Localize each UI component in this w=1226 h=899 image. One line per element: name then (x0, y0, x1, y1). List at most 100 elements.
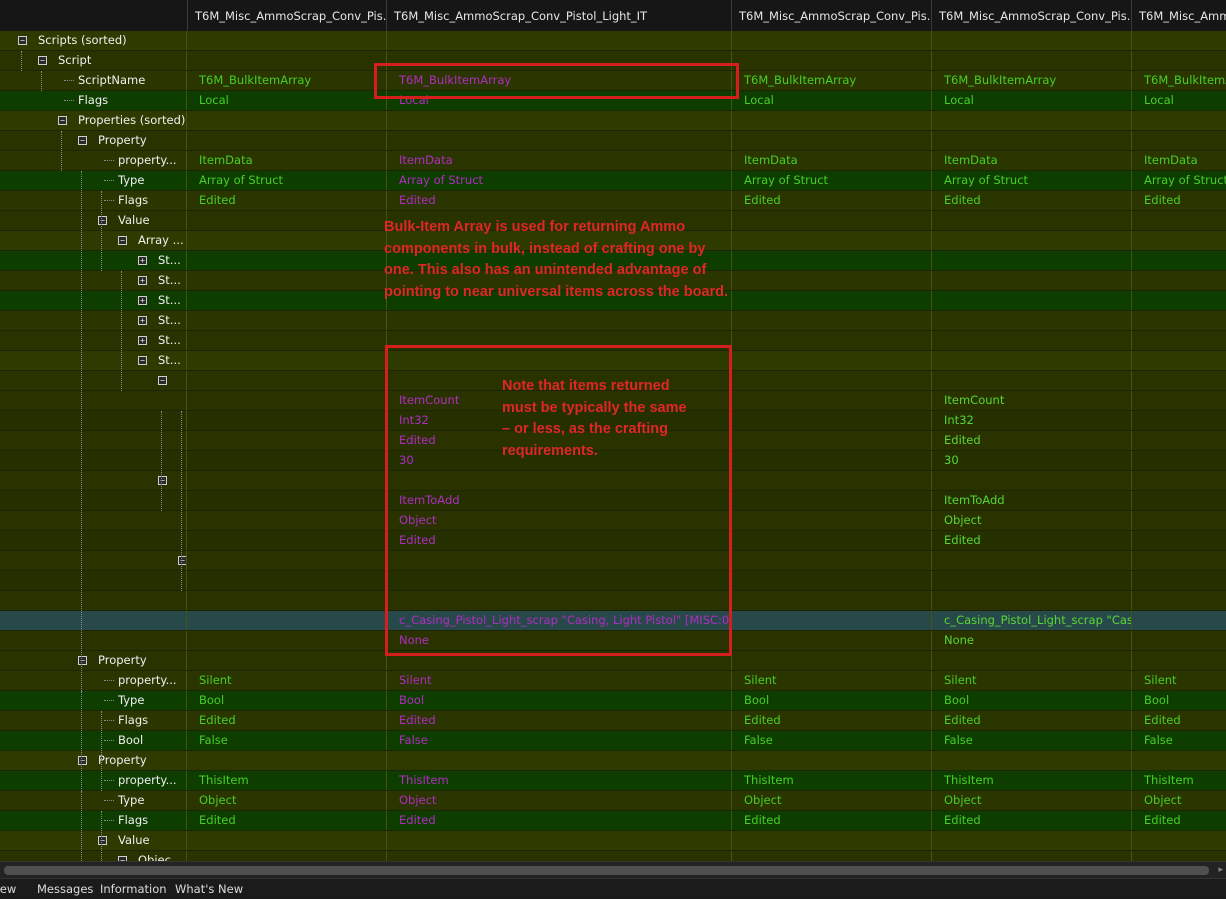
value-cell[interactable] (186, 111, 386, 130)
value-cell[interactable] (186, 551, 386, 570)
value-cell[interactable]: Edited (731, 811, 931, 830)
tree-cell[interactable] (0, 611, 186, 630)
tree-cell[interactable]: + St... (0, 311, 186, 330)
value-cell[interactable] (731, 291, 931, 310)
value-cell[interactable]: T6M_BulkItemArra (1131, 71, 1226, 90)
value-cell[interactable] (731, 531, 931, 550)
value-cell[interactable]: ItemData (186, 151, 386, 170)
value-cell[interactable]: Edited (186, 191, 386, 210)
value-cell[interactable]: Object (731, 791, 931, 810)
value-cell[interactable] (731, 31, 931, 50)
tree-cell[interactable]: − St... (0, 351, 186, 370)
grid-row[interactable]: property... ItemData ItemData ItemData ItemD… (0, 151, 1226, 171)
collapse-minus-icon[interactable]: − (158, 476, 167, 485)
value-cell[interactable]: Array of Struct (1131, 171, 1226, 190)
collapse-minus-icon[interactable]: − (78, 136, 87, 145)
value-cell[interactable] (731, 591, 931, 610)
tree-cell[interactable]: − (0, 471, 186, 490)
horizontal-scrollbar[interactable]: ▸ (0, 861, 1226, 879)
tab-view[interactable]: View (0, 879, 16, 897)
collapse-minus-icon[interactable]: − (158, 376, 167, 385)
value-cell[interactable]: Array of Struct (931, 171, 1131, 190)
grid-row[interactable]: − Properties (sorted) (0, 111, 1226, 131)
grid-row[interactable]: property... ThisItem ThisItem ThisItem ThisI… (0, 771, 1226, 791)
collapse-minus-icon[interactable]: − (138, 356, 147, 365)
value-cell[interactable] (1131, 751, 1226, 770)
value-cell[interactable] (1131, 531, 1226, 550)
grid-row[interactable]: property... Silent Silent Silent Silent Silen… (0, 671, 1226, 691)
value-cell[interactable] (386, 31, 731, 50)
value-cell[interactable] (1131, 251, 1226, 270)
tree-cell[interactable]: − Property (0, 131, 186, 150)
value-cell[interactable] (1131, 351, 1226, 370)
value-cell[interactable]: False (186, 731, 386, 750)
grid-row[interactable]: Flags Edited Edited Edited Edited Edited (0, 191, 1226, 211)
value-cell[interactable] (1131, 471, 1226, 490)
value-cell[interactable]: Local (1131, 91, 1226, 110)
value-cell[interactable]: None (931, 631, 1131, 650)
value-cell[interactable]: Local (731, 91, 931, 110)
tree-cell[interactable]: + St... (0, 331, 186, 350)
tree-cell[interactable]: − Value (0, 211, 186, 230)
tree-cell[interactable]: − Property (0, 751, 186, 770)
value-cell[interactable]: ItemData (1131, 151, 1226, 170)
value-cell[interactable] (186, 751, 386, 770)
collapse-minus-icon[interactable]: − (78, 656, 87, 665)
value-cell[interactable]: Edited (386, 811, 731, 830)
value-cell[interactable]: T6M_BulkItemArray (931, 71, 1131, 90)
collapse-minus-icon[interactable]: − (58, 116, 67, 125)
value-cell[interactable] (731, 651, 931, 670)
value-cell[interactable]: Edited (931, 531, 1131, 550)
value-cell[interactable] (186, 511, 386, 530)
value-cell[interactable]: ThisItem (186, 771, 386, 790)
value-cell[interactable] (731, 831, 931, 850)
value-cell[interactable]: Object (931, 791, 1131, 810)
value-cell[interactable] (1131, 371, 1226, 390)
value-cell[interactable]: Array of Struct (386, 171, 731, 190)
value-cell[interactable]: Silent (1131, 671, 1226, 690)
collapse-minus-icon[interactable]: − (78, 756, 87, 765)
tree-cell[interactable]: Type (0, 791, 186, 810)
value-cell[interactable]: Silent (186, 671, 386, 690)
value-cell[interactable] (731, 51, 931, 70)
value-cell[interactable]: Local (931, 91, 1131, 110)
value-cell[interactable] (931, 331, 1131, 350)
value-cell[interactable] (931, 551, 1131, 570)
value-cell[interactable] (931, 111, 1131, 130)
value-cell[interactable]: False (1131, 731, 1226, 750)
value-cell[interactable] (186, 51, 386, 70)
value-cell[interactable] (386, 131, 731, 150)
value-cell[interactable] (731, 411, 931, 430)
value-cell[interactable] (186, 491, 386, 510)
expand-plus-icon[interactable]: + (138, 256, 147, 265)
value-cell[interactable]: Edited (731, 191, 931, 210)
grid-row[interactable]: Type Object Object Object Object Object (0, 791, 1226, 811)
value-cell[interactable]: Edited (186, 711, 386, 730)
tree-cell[interactable] (0, 391, 186, 410)
value-cell[interactable] (731, 391, 931, 410)
tree-cell[interactable] (0, 631, 186, 650)
value-cell[interactable] (931, 591, 1131, 610)
column-header-2[interactable]: T6M_Misc_AmmoScrap_Conv_Pistol_Light_IT (386, 0, 731, 31)
grid-row[interactable]: Type Array of Struct Array of Struct Array … (0, 171, 1226, 191)
value-cell[interactable] (731, 271, 931, 290)
tree-cell[interactable]: − Script (0, 51, 186, 70)
value-cell[interactable] (1131, 451, 1226, 470)
value-cell[interactable]: ThisItem (386, 771, 731, 790)
value-cell[interactable] (731, 751, 931, 770)
value-cell[interactable]: Bool (386, 691, 731, 710)
tree-cell[interactable]: + St... (0, 251, 186, 270)
value-cell[interactable]: Silent (386, 671, 731, 690)
value-cell[interactable] (186, 231, 386, 250)
value-cell[interactable] (931, 51, 1131, 70)
value-cell[interactable] (386, 851, 731, 861)
collapse-minus-icon[interactable]: − (178, 556, 186, 565)
value-cell[interactable]: Bool (186, 691, 386, 710)
value-cell[interactable]: Silent (931, 671, 1131, 690)
value-cell[interactable] (931, 31, 1131, 50)
value-cell[interactable] (186, 591, 386, 610)
value-cell[interactable] (731, 211, 931, 230)
tree-cell[interactable]: Type (0, 691, 186, 710)
value-cell[interactable] (186, 531, 386, 550)
column-header-5[interactable]: T6M_Misc_Amm (1131, 0, 1226, 31)
